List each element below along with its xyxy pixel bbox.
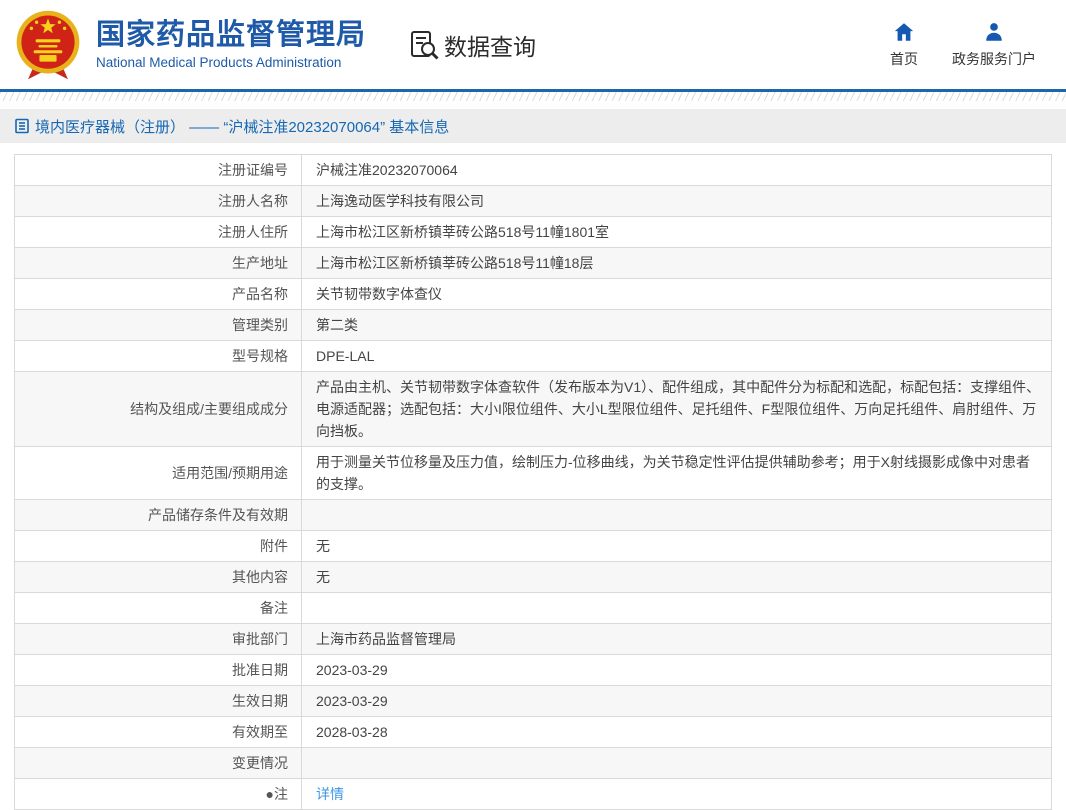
home-icon [894, 22, 914, 41]
detail-link[interactable]: 详情 [316, 786, 344, 802]
table-row: 型号规格 DPE-LAL [14, 340, 1052, 372]
document-list-icon [15, 118, 29, 134]
row-label: ●注 [14, 778, 302, 810]
data-query-link[interactable]: 数据查询 [408, 28, 536, 62]
row-label: 产品名称 [14, 278, 302, 310]
site-title: 国家药品监督管理局 [96, 19, 367, 52]
row-value: 第二类 [301, 309, 1052, 341]
table-row: 附件无 [14, 530, 1052, 562]
row-value: 关节韧带数字体查仪 [301, 278, 1052, 310]
data-query-label: 数据查询 [444, 33, 537, 60]
nav-home[interactable]: 首页 [890, 21, 918, 69]
table-row: 备注 [14, 592, 1052, 624]
table-row: 产品名称 关节韧带数字体查仪 [14, 278, 1052, 310]
table-row: 生产地址 上海市松江区新桥镇莘砖公路518号11幢18层 [14, 247, 1052, 279]
table-row: 变更情况 [14, 747, 1052, 779]
brand-block: 国家药品监督管理局 National Medical Products Admi… [96, 19, 366, 69]
row-label: 生效日期 [14, 685, 302, 717]
row-value: 上海市松江区新桥镇莘砖公路518号11幢18层 [301, 247, 1052, 279]
table-row: 注册证编号 沪械注准20232070064 [14, 154, 1052, 186]
site-header: 国家药品监督管理局 National Medical Products Admi… [0, 0, 1066, 92]
row-label: 批准日期 [14, 654, 302, 686]
row-value: 产品由主机、关节韧带数字体查软件（发布版本为V1）、配件组成，其中配件分为标配和… [301, 371, 1052, 447]
row-label: 适用范围/预期用途 [14, 446, 302, 500]
table-row: ●注 详情 [14, 778, 1052, 810]
row-label: 管理类别 [14, 309, 302, 341]
registration-info-table: 注册证编号 沪械注准20232070064 注册人名称 上海逸动医学科技有限公司 注册人… [14, 154, 1052, 810]
row-label: 备注 [14, 592, 302, 624]
info-table-body: 注册证编号 沪械注准20232070064 注册人名称 上海逸动医学科技有限公司 注册人… [14, 154, 1052, 810]
row-label: 结构及组成/主要组成成分 [14, 371, 302, 447]
row-value: 无 [301, 561, 1052, 593]
table-row: 其他内容无 [14, 561, 1052, 593]
row-value: 2023-03-29 [301, 685, 1052, 717]
table-row: 生效日期 2023-03-29 [14, 685, 1052, 717]
table-row: 批准日期 2023-03-29 [14, 654, 1052, 686]
table-row: 适用范围/预期用途 用于测量关节位移量及压力值，绘制压力-位移曲线，为关节稳定性评… [14, 446, 1052, 500]
document-search-icon [411, 30, 439, 60]
row-label: 产品储存条件及有效期 [14, 499, 302, 531]
row-value [301, 499, 1052, 531]
row-value: 沪械注准20232070064 [301, 154, 1052, 186]
table-row: 审批部门 上海市药品监督管理局 [14, 623, 1052, 655]
row-value: 上海逸动医学科技有限公司 [301, 185, 1052, 217]
row-value: 上海市药品监督管理局 [301, 623, 1052, 655]
row-value: 2028-03-28 [301, 716, 1052, 748]
table-row: 管理类别 第二类 [14, 309, 1052, 341]
row-label: 审批部门 [14, 623, 302, 655]
user-icon [986, 22, 1002, 41]
row-label: 变更情况 [14, 747, 302, 779]
row-value: 2023-03-29 [301, 654, 1052, 686]
top-nav: 首页 政务服务门户 [890, 21, 1066, 69]
row-label: 注册人名称 [14, 185, 302, 217]
table-row: 注册人名称 上海逸动医学科技有限公司 [14, 185, 1052, 217]
row-value: 上海市松江区新桥镇莘砖公路518号11幢1801室 [301, 216, 1052, 248]
row-label: 注册人住所 [14, 216, 302, 248]
table-row: 产品储存条件及有效期 [14, 499, 1052, 531]
row-label: 其他内容 [14, 561, 302, 593]
row-label: 附件 [14, 530, 302, 562]
row-value: 详情 [301, 778, 1052, 810]
breadcrumb: 境内医疗器械（注册） —— “沪械注准20232070064” 基本信息 [0, 109, 1066, 143]
row-label: 有效期至 [14, 716, 302, 748]
row-value [301, 592, 1052, 624]
row-label: 型号规格 [14, 340, 302, 372]
decorative-stripe-band [0, 92, 1066, 101]
row-value: DPE-LAL [301, 340, 1052, 372]
breadcrumb-text: 境内医疗器械（注册） —— “沪械注准20232070064” 基本信息 [35, 118, 450, 136]
row-label: 生产地址 [14, 247, 302, 279]
nav-home-label: 首页 [890, 50, 918, 67]
table-row: 注册人住所 上海市松江区新桥镇莘砖公路518号11幢1801室 [14, 216, 1052, 248]
row-label: 注册证编号 [14, 154, 302, 186]
national-emblem-logo[interactable] [10, 6, 86, 84]
row-value: 用于测量关节位移量及压力值，绘制压力-位移曲线，为关节稳定性评估提供辅助参考；用… [301, 446, 1052, 500]
row-value: 无 [301, 530, 1052, 562]
site-subtitle: National Medical Products Administration [96, 54, 342, 70]
table-row: 有效期至 2028-03-28 [14, 716, 1052, 748]
nav-portal-label: 政务服务门户 [952, 50, 1036, 67]
row-value [301, 747, 1052, 779]
table-row: 结构及组成/主要组成成分 产品由主机、关节韧带数字体查软件（发布版本为V1）、配件… [14, 371, 1052, 447]
nav-portal[interactable]: 政务服务门户 [952, 21, 1036, 69]
